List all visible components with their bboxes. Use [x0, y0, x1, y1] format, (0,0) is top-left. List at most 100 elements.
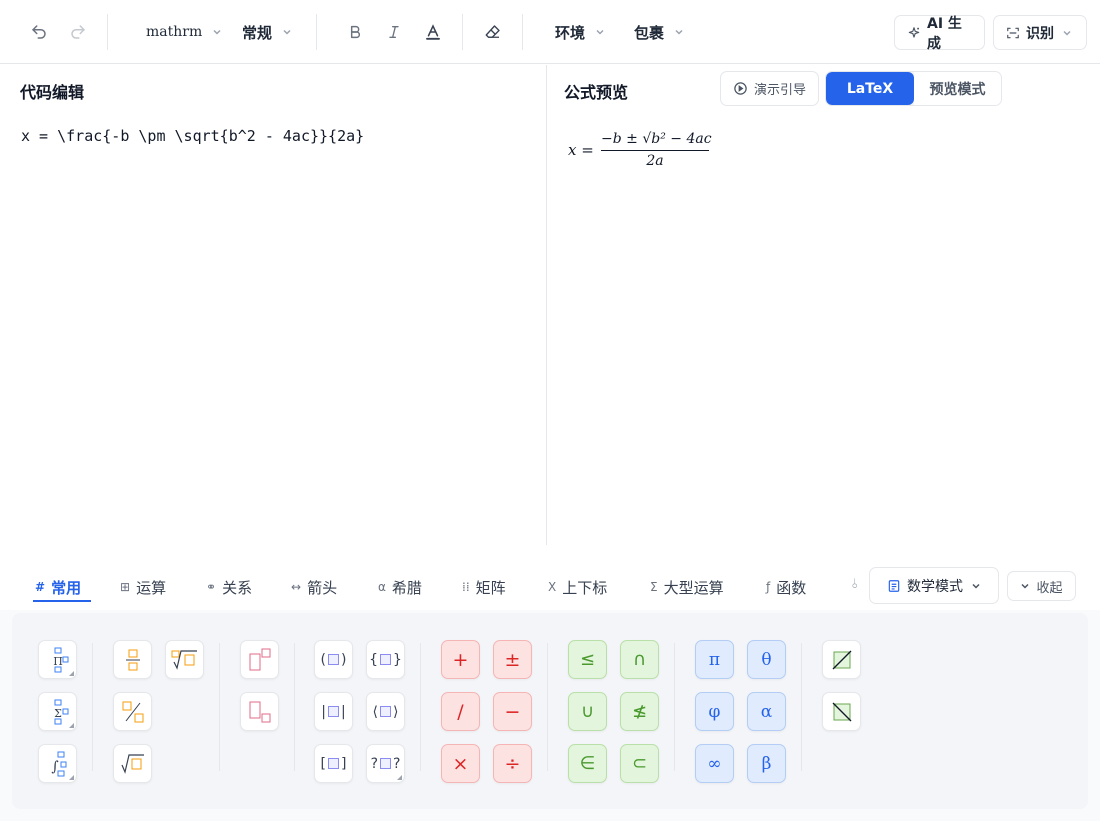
fraction-key[interactable] [113, 640, 152, 679]
eraser-icon[interactable] [481, 20, 505, 44]
tab-matrix[interactable]: ⁞⁞ 矩阵 [462, 575, 506, 599]
undo-icon[interactable] [27, 20, 51, 44]
palette-divider [674, 643, 675, 771]
palette-divider [420, 643, 421, 771]
palette-divider [547, 643, 548, 771]
not-less-equal-key[interactable]: ≰ [620, 692, 659, 731]
slash-fraction-key[interactable] [113, 692, 152, 731]
less-equal-key[interactable]: ≤ [568, 640, 607, 679]
nth-root-key[interactable] [165, 640, 204, 679]
redo-icon[interactable] [66, 20, 90, 44]
plus-minus-key[interactable]: ± [493, 640, 532, 679]
text-color-icon[interactable] [421, 20, 445, 44]
plus-key[interactable]: + [441, 640, 480, 679]
palette-divider [219, 643, 220, 771]
chevron-down-icon [674, 27, 684, 37]
square-root-key[interactable] [113, 744, 152, 783]
tab-large-operators[interactable]: Σ 大型运算 [650, 575, 724, 599]
chevron-down-icon [212, 27, 222, 37]
sum-template-key[interactable]: Σ [38, 692, 77, 731]
element-of-key[interactable]: ∈ [568, 744, 607, 783]
svg-text:Σ: Σ [54, 707, 62, 720]
alpha-key[interactable]: α [747, 692, 786, 731]
recognize-label: 识别 [1026, 25, 1054, 42]
more-indicator [397, 775, 402, 780]
intersection-key[interactable]: ∩ [620, 640, 659, 679]
absolute-value-key[interactable]: |□||| [314, 692, 353, 731]
tab-functions[interactable]: ƒ 函数 [766, 575, 806, 599]
formula-lhs: x = [568, 141, 594, 159]
cancel-key[interactable] [822, 640, 861, 679]
sparkle-icon [907, 26, 921, 40]
code-editor-title: 代码编辑 [20, 83, 85, 102]
union-key[interactable]: ∪ [568, 692, 607, 731]
tab-operations[interactable]: ⊞ 运算 [120, 575, 166, 599]
subset-key[interactable]: ⊂ [620, 744, 659, 783]
demo-guide-button[interactable]: 演示引导 [720, 71, 820, 106]
back-cancel-key[interactable] [822, 692, 861, 731]
tab-greek[interactable]: α 希腊 [378, 575, 422, 599]
wrap-dropdown[interactable]: 包裹 [634, 20, 684, 44]
environment-dropdown[interactable]: 环境 [555, 20, 605, 44]
subscript-key[interactable] [240, 692, 279, 731]
superscript-key[interactable] [240, 640, 279, 679]
collapse-label: 收起 [1036, 580, 1063, 596]
latex-mode-button[interactable]: LaTeX [826, 72, 914, 105]
toolbar-divider [522, 14, 523, 50]
palette-divider [92, 643, 93, 771]
pi-key[interactable]: π [695, 640, 734, 679]
top-toolbar: mathrm 常规 环境 包裹 AI 生成 识别 [0, 0, 1100, 64]
infinity-key[interactable]: ∞ [695, 744, 734, 783]
toolbar-divider [107, 14, 108, 50]
angle-brackets-key[interactable]: ⟨□⟩⟨⟩ [366, 692, 405, 731]
beta-key[interactable]: β [747, 744, 786, 783]
bold-icon[interactable] [343, 20, 367, 44]
tab-scripts[interactable]: X 上下标 [548, 575, 607, 599]
formula-fraction: −b ± √b² − 4ac 2a [601, 129, 712, 170]
grid-icon: ⁞⁞ [462, 580, 470, 594]
tab-label: 希腊 [391, 578, 422, 597]
square-brackets-key[interactable]: [□][] [314, 744, 353, 783]
palette-divider [294, 643, 295, 771]
more-indicator [69, 671, 74, 676]
integral-template-key[interactable]: ∫ [38, 744, 77, 783]
collapse-button[interactable]: 收起 [1007, 571, 1076, 601]
italic-icon[interactable] [382, 20, 406, 44]
tab-overflow-icon: ⫰ [852, 577, 858, 592]
recognize-dropdown[interactable]: 识别 [993, 15, 1087, 50]
hash-icon: # [35, 580, 46, 594]
product-template-key[interactable]: Π [38, 640, 77, 679]
preview-mode-button[interactable]: 预览模式 [914, 72, 1001, 105]
tab-arrows[interactable]: ↔ 箭头 [291, 575, 337, 599]
theta-key[interactable]: θ [747, 640, 786, 679]
function-icon: ƒ [766, 580, 771, 594]
tab-common[interactable]: # 常用 [35, 575, 81, 599]
font-family-value: mathrm [146, 24, 203, 40]
divide-key[interactable]: ÷ [493, 744, 532, 783]
math-mode-label: 数学模式 [907, 578, 963, 595]
font-style-dropdown[interactable]: 常规 [242, 20, 292, 44]
formula-numerator: −b ± √b² − 4ac [601, 131, 712, 147]
ai-generate-button[interactable]: AI 生成 [894, 15, 985, 52]
scan-icon [1006, 26, 1020, 40]
custom-brackets-key[interactable]: ?□??? [366, 744, 405, 783]
formula-preview-panel: 公式预览 演示引导 LaTeX 预览模式 x = −b ± √b² − 4ac … [548, 65, 1100, 545]
times-key[interactable]: × [441, 744, 480, 783]
slash-key[interactable]: / [441, 692, 480, 731]
font-family-dropdown[interactable]: mathrm [146, 20, 222, 44]
code-editor-panel: 代码编辑 x = \frac{-b \pm \sqrt{b^2 - 4ac}}{… [0, 65, 547, 545]
fraction-bar [601, 150, 709, 151]
sigma-icon: Σ [650, 580, 658, 594]
more-indicator [69, 723, 74, 728]
code-editor-input[interactable]: x = \frac{-b \pm \sqrt{b^2 - 4ac}}{2a} [21, 127, 364, 145]
braces-key[interactable]: {□}{} [366, 640, 405, 679]
symbol-panel: # 常用 ⊞ 运算 ⚭ 关系 ↔ 箭头 α 希腊 ⁞⁞ 矩阵 X 上下标 Σ 大 [0, 545, 1100, 821]
tab-label: 箭头 [307, 578, 338, 597]
math-mode-dropdown[interactable]: 数学模式 [869, 567, 999, 604]
parentheses-key[interactable]: (□)() [314, 640, 353, 679]
phi-key[interactable]: φ [695, 692, 734, 731]
minus-key[interactable]: − [493, 692, 532, 731]
tab-relations[interactable]: ⚭ 关系 [206, 575, 252, 599]
alpha-icon: α [378, 580, 386, 594]
symbol-palette: Π Σ ∫ () {} | | ⟨ ⟩ [] ? ? + ± / − × … [12, 613, 1088, 809]
